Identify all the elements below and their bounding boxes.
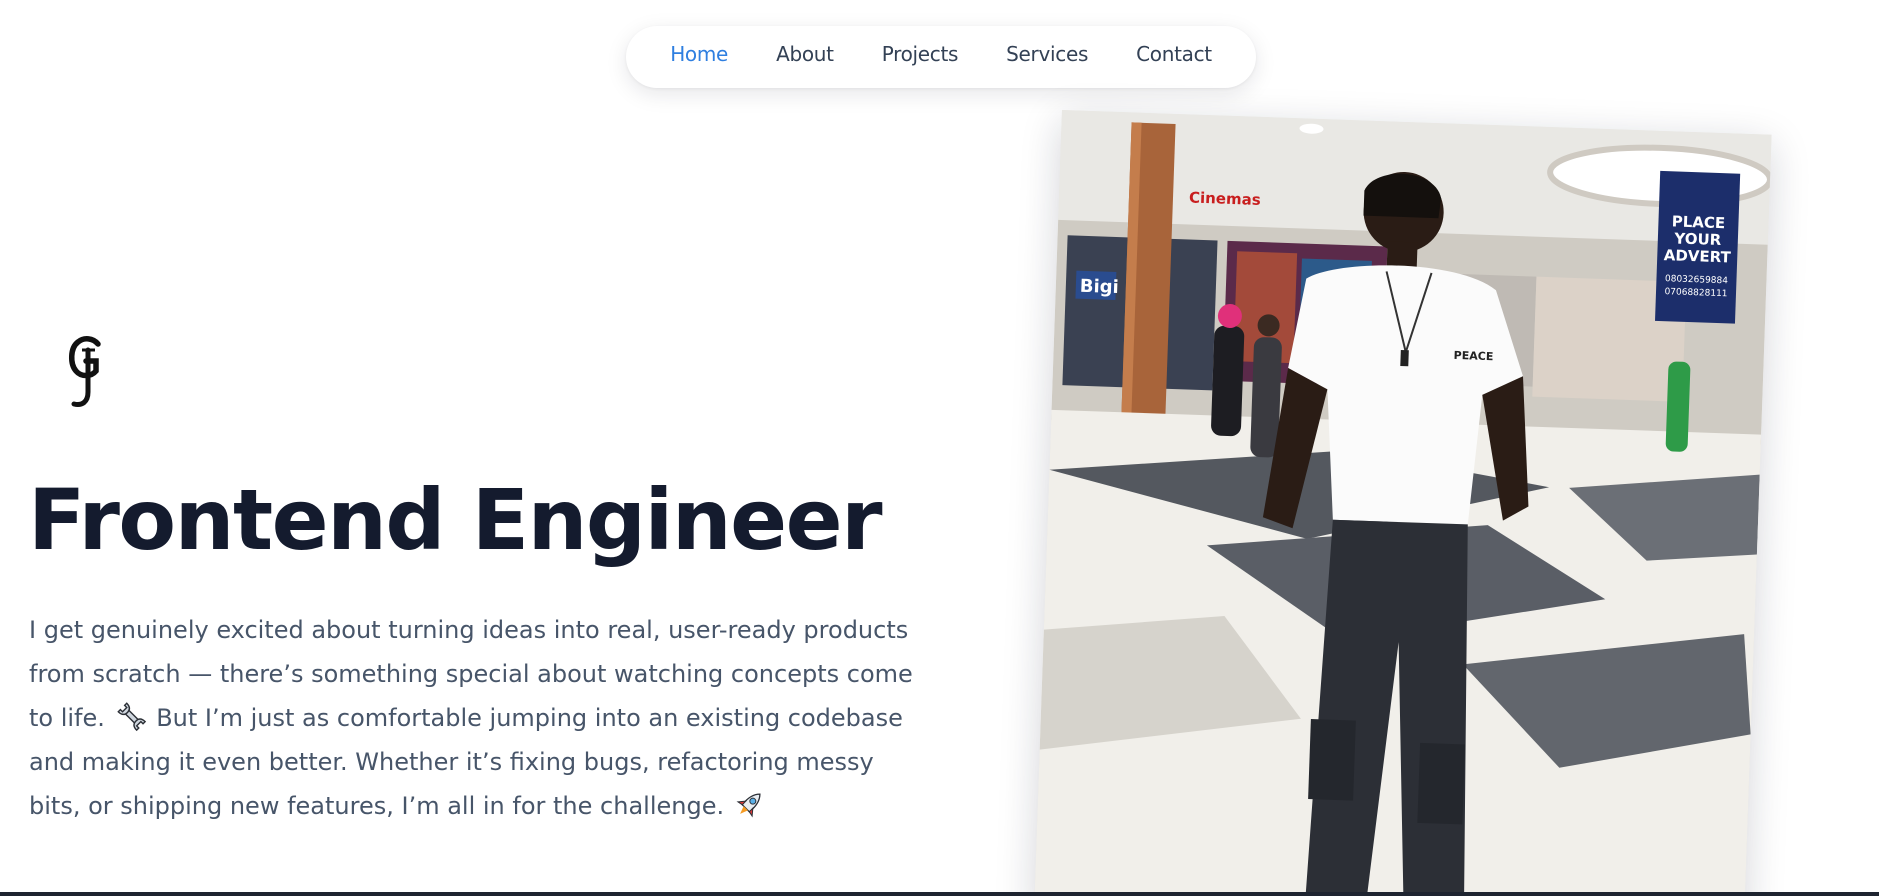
main-nav: Home About Projects Services Contact bbox=[626, 26, 1256, 88]
profile-photo: Bigi Cinemas PLACE YOUR ADVERT 080326598… bbox=[1034, 110, 1772, 896]
cinemas-sign: Cinemas bbox=[1189, 188, 1261, 208]
shirt-text: PEACE bbox=[1453, 349, 1493, 363]
nav-home-link[interactable]: Home bbox=[670, 42, 728, 66]
bottom-edge bbox=[0, 892, 1879, 896]
advert-phone2: 07068828111 bbox=[1664, 287, 1727, 299]
nav-services-link[interactable]: Services bbox=[1006, 42, 1088, 66]
nav-projects-link[interactable]: Projects bbox=[882, 42, 959, 66]
gj-monogram-logo bbox=[62, 334, 114, 410]
wrench-emoji-icon bbox=[115, 700, 147, 732]
nav-about-link[interactable]: About bbox=[776, 42, 834, 66]
rocket-emoji-icon bbox=[734, 788, 766, 820]
hero-bio: I get genuinely excited about turning id… bbox=[29, 608, 929, 828]
advert-line3: ADVERT bbox=[1663, 246, 1731, 266]
bio-text-part2: But I’m just as comfortable jumping into… bbox=[29, 704, 903, 820]
hero-title: Frontend Engineer bbox=[28, 471, 883, 569]
bigi-sign: Bigi bbox=[1079, 276, 1119, 298]
portfolio-page: Home About Projects Services Contact Fro… bbox=[0, 0, 1879, 896]
nav-contact-link[interactable]: Contact bbox=[1136, 42, 1212, 66]
